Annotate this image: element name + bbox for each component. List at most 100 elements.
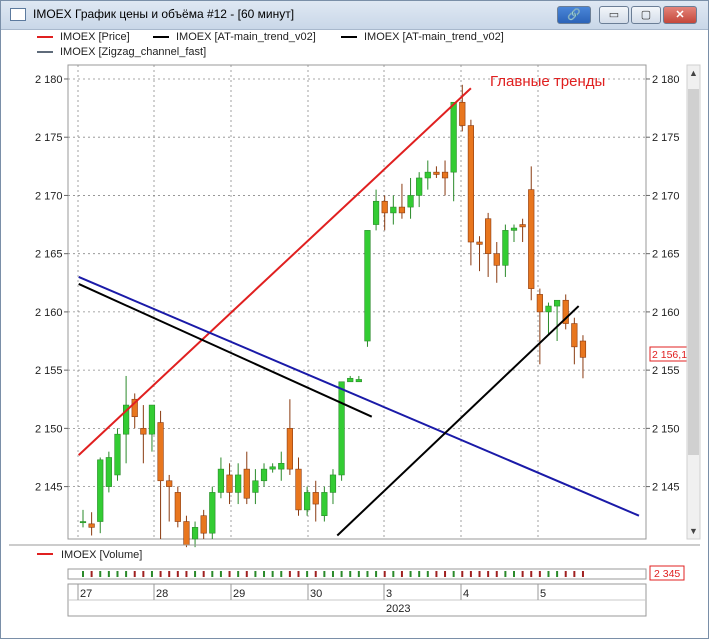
volume-bar (538, 571, 541, 577)
x-tick-label: 29 (233, 588, 245, 600)
candle-body (235, 474, 242, 493)
candle-body (476, 241, 483, 245)
candle-body (252, 480, 259, 493)
x-tick-label: 3 (386, 588, 392, 600)
scrollbar-thumb[interactable] (688, 89, 699, 455)
window-title: IMOEX График цены и объёма #12 - [60 мин… (33, 7, 295, 21)
candle-body (295, 468, 302, 511)
price-chart: 2 145 2 150 2 155 2 160 2 165 2 170 2 175 2 180… (9, 64, 701, 617)
volume-bar (573, 571, 576, 577)
y-tick-label: 2 165 (652, 249, 680, 261)
close-button[interactable]: ✕ (663, 6, 697, 24)
volume-bar (245, 571, 248, 577)
maximize-button[interactable]: ▢ (631, 6, 661, 24)
x-tick-label: 4 (463, 588, 469, 600)
volume-bar (228, 571, 231, 577)
candle-body (467, 125, 475, 243)
y-tick-label: 2 160 (652, 307, 680, 319)
candle-body (493, 253, 500, 266)
volume-bar (82, 571, 84, 577)
y-axis-left: 2 145 2 150 2 155 2 160 2 165 2 170 2 175 2 180 (35, 74, 68, 494)
volume-bar (426, 571, 429, 577)
volume-bar (314, 571, 317, 577)
volume-bar (116, 571, 119, 577)
scroll-up-icon[interactable]: ▲ (689, 68, 698, 78)
volume-bar (357, 571, 360, 577)
volume-bar (444, 571, 447, 577)
minimize-button[interactable]: ▭ (599, 6, 629, 24)
volume-bar (90, 571, 93, 577)
candle-body (226, 474, 233, 493)
y-tick-label: 2 150 (652, 423, 680, 435)
volume-bar (564, 571, 567, 577)
volume-bar (487, 571, 490, 577)
volume-bar (530, 571, 533, 577)
candle-body (390, 206, 397, 214)
x-tick-label: 27 (80, 588, 92, 600)
candle-body (166, 480, 173, 487)
link-button[interactable]: 🔗 (557, 6, 591, 24)
candle-body (433, 171, 440, 175)
volume-bar (99, 571, 102, 577)
volume-bar (340, 571, 343, 577)
y-tick-label: 2 180 (35, 74, 63, 86)
volume-bar (400, 571, 403, 577)
volume-bar (435, 571, 438, 577)
chart-app-icon (10, 8, 26, 21)
year-label: 2023 (386, 603, 410, 615)
volume-bar (219, 571, 222, 577)
candle-body (519, 224, 526, 228)
candle-body (174, 492, 181, 522)
volume-bar (331, 571, 334, 577)
candle-body (209, 492, 216, 534)
y-axis-right: 2 145 2 150 2 155 2 160 2 165 2 170 2 175 2 180 (646, 74, 680, 494)
candle-body (200, 515, 207, 534)
candle-body (312, 492, 319, 505)
volume-bar (288, 571, 291, 577)
candle-body (441, 171, 449, 179)
y-tick-label: 2 145 (35, 482, 63, 494)
candle-body (355, 379, 362, 383)
volume-bar (504, 571, 507, 577)
candle-body (510, 227, 518, 231)
candle-body (528, 189, 535, 289)
y-tick-label: 2 170 (35, 190, 63, 202)
volume-bar (185, 571, 188, 577)
volume-plot-area (67, 568, 647, 580)
candle-body (545, 305, 552, 313)
y-tick-label: 2 165 (35, 249, 63, 261)
candle-body (148, 404, 156, 435)
y-tick-label: 2 175 (35, 132, 63, 144)
candle-body (398, 206, 406, 214)
candle-body (381, 200, 388, 214)
candle-body (321, 492, 328, 517)
candle-body (140, 428, 147, 435)
volume-bar (461, 571, 464, 577)
volume-bar (168, 571, 171, 577)
y-tick-label: 2 150 (35, 423, 63, 435)
candle-body (407, 195, 414, 208)
volume-bar (271, 571, 274, 577)
y-tick-label: 2 155 (652, 365, 680, 377)
candle-body (485, 218, 492, 254)
volume-bar (142, 571, 145, 577)
candle-body (286, 428, 293, 470)
volume-bar (383, 571, 386, 577)
volume-bar (349, 571, 352, 577)
volume-bar (107, 571, 110, 577)
y-tick-label: 2 170 (652, 190, 680, 202)
candle-body (243, 468, 250, 499)
candle-body (372, 200, 380, 225)
price-marker: 2 156,1 (652, 349, 687, 361)
candle-body (416, 177, 423, 196)
candle-body (347, 377, 354, 383)
volume-bar (211, 571, 214, 577)
volume-bar (202, 571, 205, 577)
volume-bar (323, 571, 326, 577)
scroll-down-icon[interactable]: ▼ (689, 526, 698, 536)
volume-bar (280, 571, 283, 577)
candle-body (183, 521, 190, 546)
candle-body (157, 422, 164, 482)
annotation-label: Главные тренды (490, 73, 605, 90)
y-tick-label: 2 175 (652, 132, 680, 144)
